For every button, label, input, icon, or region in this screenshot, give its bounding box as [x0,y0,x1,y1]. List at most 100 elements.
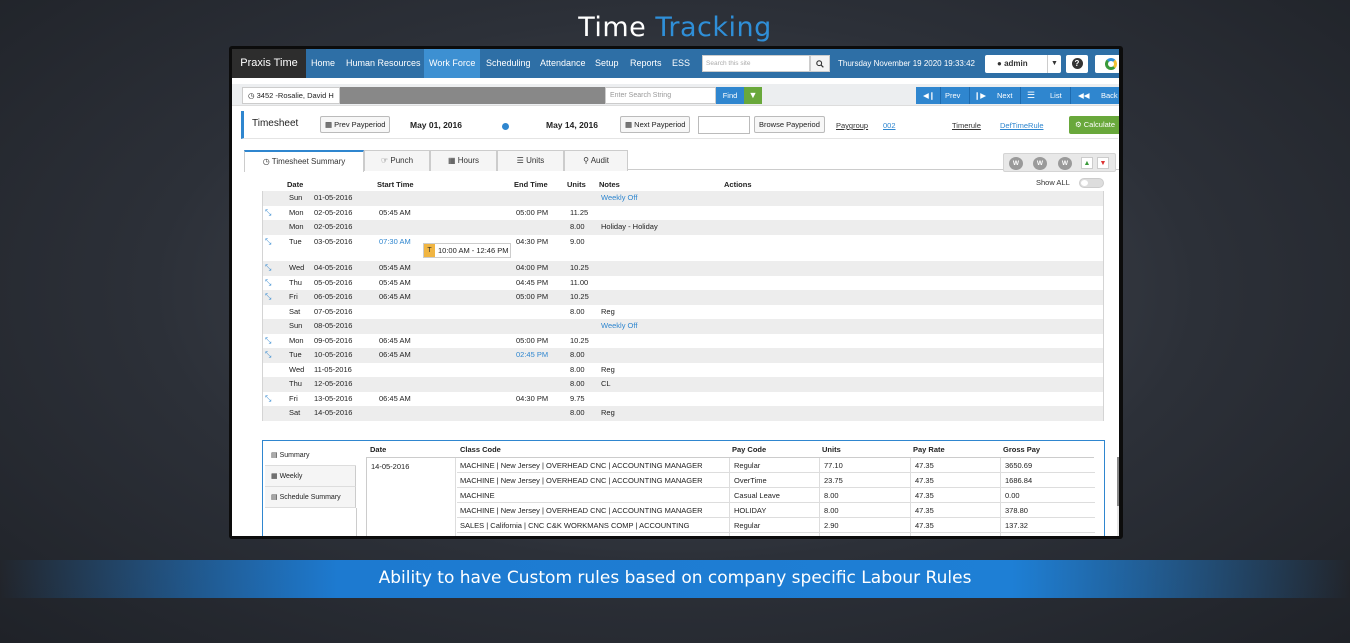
brand-logo[interactable]: Praxis Time [232,49,306,78]
row-note: CL [601,379,611,388]
row-start[interactable]: 06:45 AM [379,348,411,363]
help-button[interactable]: ? [1066,55,1088,73]
row-note: Reg [601,306,615,316]
row-start[interactable]: 07:30 AM [379,235,411,250]
nav-human-resources[interactable]: Human Resources [341,49,426,78]
next-payperiod-button[interactable]: ▦ Next Payperiod [620,116,691,133]
payperiod-start-date: May 01, 2016 [410,120,462,130]
row-units: 8.00 [570,350,585,359]
summary-scrollbar[interactable] [1117,457,1119,536]
summary-nav-schedule-summary[interactable]: ▤ Schedule Summary [265,487,356,508]
nav-ess[interactable]: ESS [667,49,695,78]
list-icon[interactable]: ☰ [1027,87,1035,104]
tab-hours[interactable]: ▦ Hours [430,150,497,171]
first-icon[interactable]: ◀❙ [923,87,935,104]
user-menu-button[interactable]: ● admin [985,55,1049,73]
nav-scheduling[interactable]: Scheduling [481,49,536,78]
next-button[interactable]: Next [997,87,1012,104]
nav-attendance[interactable]: Attendance [535,49,591,78]
timerule-link[interactable]: DefTimeRule [1000,121,1043,130]
row-start[interactable]: 06:45 AM [379,392,411,407]
page-title-part1: Time [578,12,647,43]
next-icon[interactable]: ❙▶ [974,87,986,104]
expand-icon[interactable]: ⤡ [265,348,271,363]
weekly-badge[interactable]: W [1058,157,1072,170]
row-end[interactable]: 05:00 PM [516,334,548,349]
summary-pay-code: HOLIDAY [734,506,767,515]
summary-pay-rate: 47.35 [915,491,934,500]
employee-toolbar: ◷ 3452 -Rosalie, David H Enter Search St… [232,84,1119,106]
back-icon[interactable]: ◀◀ [1078,87,1090,104]
row-start[interactable]: 05:45 AM [379,206,411,221]
browse-payperiod-button[interactable]: Browse Payperiod [754,116,825,133]
tab-label: Timesheet Summary [271,157,346,166]
expand-icon[interactable]: ⤡ [265,290,271,305]
thumbs-up-icon[interactable]: ▲ [1081,157,1093,169]
tab-units[interactable]: ☰ Units [497,150,564,171]
row-day: Mon [289,335,304,345]
row-day: Wed [289,263,305,272]
weekly-badge[interactable]: W [1033,157,1047,170]
employee-selector[interactable]: ◷ 3452 -Rosalie, David H [242,87,340,104]
summary-nav-label: Schedule Summary [279,494,341,501]
tab-timesheet-summary[interactable]: ◷ Timesheet Summary [244,150,364,172]
top-navbar: Praxis Time Home Human Resources Work Fo… [232,49,1119,78]
find-button[interactable]: Find [716,87,744,104]
row-end[interactable]: 04:45 PM [516,276,548,291]
prev-payperiod-button[interactable]: ▦ Prev Payperiod [320,116,391,133]
row-day: Sat [289,408,301,417]
pager-bar: ◀❙ Prev ❙▶ Next ☰ List ◀◀ Back [916,87,1119,104]
payperiod-input[interactable] [698,116,750,134]
expand-icon[interactable]: ⤡ [265,206,271,221]
expand-icon[interactable]: ⤡ [265,392,271,407]
paygroup-link[interactable]: 002 [883,121,896,130]
row-end[interactable]: 05:00 PM [516,206,548,221]
summary-pay-code: Casual Leave [734,491,780,500]
col-start-time: Start Time [377,180,414,189]
prev-button[interactable]: Prev [945,87,960,104]
summary-nav-weekly[interactable]: ▦ Weekly [265,466,356,487]
filter-icon[interactable]: ▼ [744,87,762,104]
nav-home[interactable]: Home [306,49,340,78]
list-button[interactable]: List [1050,87,1062,104]
expand-icon[interactable]: ⤡ [265,261,271,276]
row-start[interactable]: 05:45 AM [379,261,411,276]
chevron-down-icon[interactable]: ▼ [1047,55,1061,73]
show-all-toggle[interactable] [1079,178,1104,188]
summary-nav-summary[interactable]: ▤ Summary [265,445,356,466]
expand-icon[interactable]: ⤡ [265,276,271,291]
tab-punch[interactable]: ☞ Punch [364,150,430,171]
employee-search-input[interactable]: Enter Search String [605,87,716,104]
site-search-button[interactable] [810,55,830,72]
timerule-label[interactable]: Timerule [952,121,981,130]
row-units: 10.25 [570,292,589,301]
row-end[interactable]: 04:00 PM [516,261,548,276]
weekly-badge[interactable]: W [1009,157,1023,170]
row-end[interactable]: 04:30 PM [516,392,548,407]
row-end[interactable]: 02:45 PM [516,348,548,363]
page-title: Time Tracking [0,12,1350,43]
nav-setup[interactable]: Setup [590,49,624,78]
row-start[interactable]: 05:45 AM [379,276,411,291]
punch-popup[interactable]: T 10:00 AM - 12:46 PM [423,243,511,258]
calculate-button[interactable]: ⚙ Calculate [1069,116,1119,134]
expand-icon[interactable]: ⤡ [265,334,271,349]
app-logo-icon[interactable] [1095,55,1119,73]
row-start[interactable]: 06:45 AM [379,290,411,305]
summary-gross-pay: 0.00 [1005,491,1020,500]
tab-audit[interactable]: ⚲ Audit [564,150,628,171]
row-start[interactable]: 06:45 AM [379,334,411,349]
site-search-input[interactable]: Search this site [702,55,810,72]
summary-class-code: SALES | California | CNC C&K WORKMANS CO… [460,521,690,530]
nav-reports[interactable]: Reports [625,49,667,78]
row-units: 9.75 [570,393,585,403]
row-end[interactable]: 05:00 PM [516,290,548,305]
row-date: 09-05-2016 [314,335,353,345]
paygroup-label[interactable]: Paygroup [836,121,868,130]
row-end[interactable]: 04:30 PM [516,235,548,250]
thumbs-down-icon[interactable]: ▼ [1097,157,1109,169]
expand-icon[interactable]: ⤡ [265,235,271,250]
nav-work-force[interactable]: Work Force [424,49,481,78]
back-button[interactable]: Back [1101,87,1118,104]
employee-name: 3452 -Rosalie, David H [256,91,334,100]
